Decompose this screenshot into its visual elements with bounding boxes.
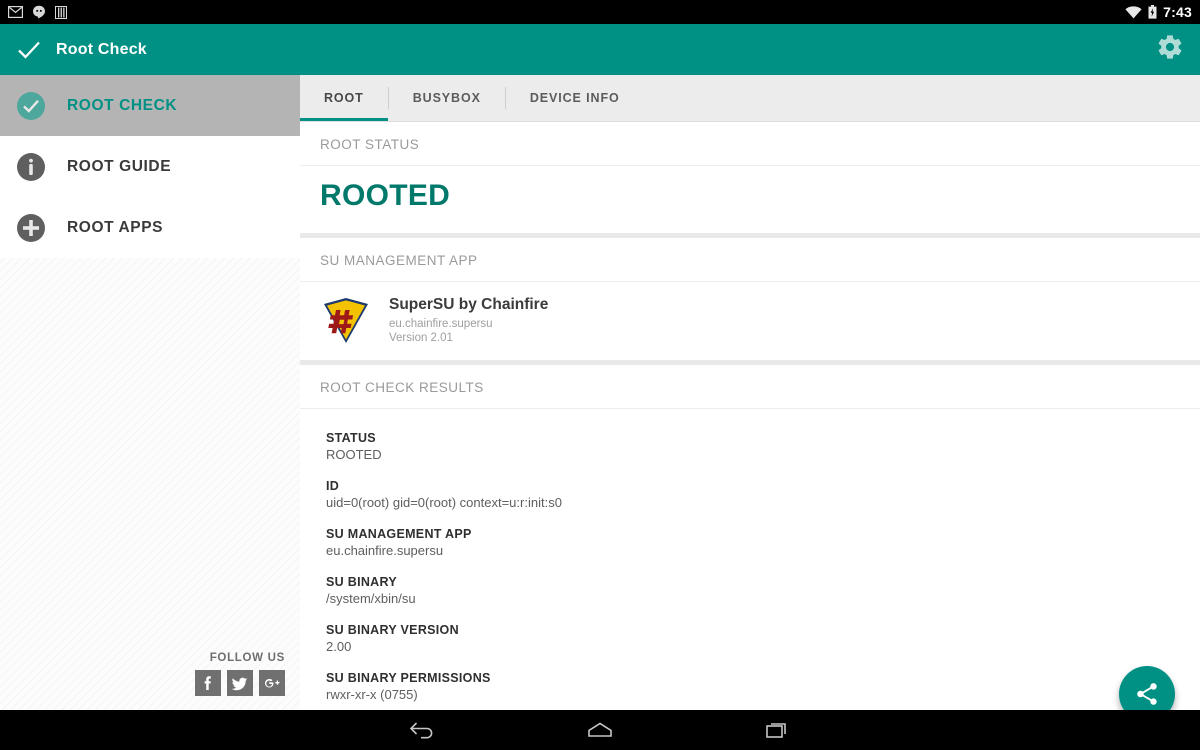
tab-label: DEVICE INFO — [529, 91, 620, 105]
facebook-button[interactable] — [195, 670, 221, 696]
tab-root[interactable]: ROOT — [300, 75, 388, 121]
result-value: rwxr-xr-x (0755) — [326, 687, 418, 702]
back-button[interactable] — [392, 710, 452, 750]
home-button[interactable] — [570, 710, 630, 750]
tab-label: ROOT — [324, 91, 364, 105]
battery-charging-icon — [1148, 5, 1157, 19]
su-app-package: eu.chainfire.supersu — [389, 318, 493, 330]
result-value: 2.00 — [326, 639, 352, 654]
navigation-drawer: ROOT CHECK ROOT GUIDE ROOT APPS FOLLOW U… — [0, 75, 300, 710]
back-icon — [409, 722, 433, 739]
root-status-card: ROOT STATUS ROOTED — [300, 122, 1200, 233]
sidebar-item-label: ROOT APPS — [67, 218, 164, 236]
tab-active-indicator — [300, 118, 388, 121]
result-row: SU MANAGEMENT APP eu.chainfire.supersu — [326, 527, 1174, 558]
home-icon — [588, 722, 612, 737]
result-row: STATUS ROOTED — [326, 431, 1174, 462]
result-row: SU BINARY /system/xbin/su — [326, 575, 1174, 606]
recents-icon — [766, 723, 786, 738]
sidebar-item-root-guide[interactable]: ROOT GUIDE — [0, 136, 300, 197]
wifi-icon — [1125, 5, 1142, 18]
result-key: ID — [326, 479, 340, 493]
su-management-header: SU MANAGEMENT APP — [320, 253, 478, 268]
root-status-value: ROOTED — [320, 179, 451, 212]
follow-us-label: FOLLOW US — [209, 652, 285, 664]
result-value: uid=0(root) gid=0(root) context=u:r:init… — [326, 495, 562, 510]
cards-scroll-container[interactable]: ROOT STATUS ROOTED SU MANAGEMENT APP Sup… — [300, 122, 1200, 710]
tab-label: BUSYBOX — [412, 91, 481, 105]
result-key: SU BINARY PERMISSIONS — [326, 671, 491, 685]
googleplus-icon — [264, 678, 280, 688]
settings-button[interactable] — [1156, 33, 1184, 66]
root-check-results-body: STATUS ROOTED ID uid=0(root) gid=0(root)… — [300, 408, 1200, 710]
hangouts-icon — [33, 5, 45, 19]
tab-busybox[interactable]: BUSYBOX — [389, 75, 505, 121]
result-key: SU BINARY — [326, 575, 397, 589]
follow-us-section: FOLLOW US — [0, 652, 300, 696]
result-row: SU BINARY PERMISSIONS rwxr-xr-x (0755) — [326, 671, 1174, 702]
su-app-row[interactable]: SuperSU by Chainfire eu.chainfire.supers… — [300, 282, 1200, 360]
result-row: ID uid=0(root) gid=0(root) context=u:r:i… — [326, 479, 1174, 510]
recents-button[interactable] — [748, 710, 808, 750]
app-title: Root Check — [56, 40, 147, 58]
sidebar-item-label: ROOT GUIDE — [67, 157, 172, 175]
root-status-header: ROOT STATUS — [320, 137, 420, 152]
app-bar: Root Check — [0, 24, 1200, 75]
sidebar-item-root-apps[interactable]: ROOT APPS — [0, 197, 300, 258]
status-bar-notification-icons — [8, 5, 67, 19]
sidebar-item-label: ROOT CHECK — [67, 96, 178, 114]
check-circle-icon — [17, 91, 45, 120]
result-value: ROOTED — [326, 447, 382, 462]
result-key: SU MANAGEMENT APP — [326, 527, 472, 541]
su-app-version: Version 2.01 — [389, 332, 453, 344]
supersu-shield-icon — [324, 298, 368, 343]
tab-device-info[interactable]: DEVICE INFO — [506, 75, 644, 121]
gmail-icon — [8, 6, 23, 18]
tab-bar: ROOT BUSYBOX DEVICE INFO — [300, 75, 1200, 122]
status-bar-clock: 7:43 — [1163, 4, 1192, 20]
plus-circle-icon — [17, 213, 45, 242]
facebook-icon — [204, 676, 211, 690]
app-screen: 7:43 Root Check ROOT CHECK ROOT GUIDE RO… — [0, 0, 1200, 750]
result-value: /system/xbin/su — [326, 591, 416, 606]
bars-icon — [55, 5, 67, 19]
gear-icon — [1158, 35, 1182, 59]
social-links — [0, 670, 285, 696]
result-value: eu.chainfire.supersu — [326, 543, 444, 558]
status-bar-system-icons: 7:43 — [1125, 4, 1192, 20]
system-navigation-bar — [0, 710, 1200, 750]
su-management-body: SuperSU by Chainfire eu.chainfire.supers… — [300, 281, 1200, 360]
twitter-icon — [231, 677, 248, 691]
check-icon — [18, 41, 40, 59]
sidebar-item-root-check[interactable]: ROOT CHECK — [0, 75, 300, 136]
results-list: STATUS ROOTED ID uid=0(root) gid=0(root)… — [300, 409, 1200, 710]
result-key: SU BINARY VERSION — [326, 623, 459, 637]
root-check-results-header: ROOT CHECK RESULTS — [320, 380, 484, 395]
status-bar: 7:43 — [0, 0, 1200, 24]
su-management-card: SU MANAGEMENT APP SuperSU by Chainfire e… — [300, 238, 1200, 360]
share-icon — [1137, 683, 1157, 705]
root-check-results-card: ROOT CHECK RESULTS STATUS ROOTED ID uid=… — [300, 365, 1200, 710]
googleplus-button[interactable] — [259, 670, 285, 696]
result-row: SU BINARY VERSION 2.00 — [326, 623, 1174, 654]
twitter-button[interactable] — [227, 670, 253, 696]
result-key: STATUS — [326, 431, 376, 445]
su-app-name: SuperSU by Chainfire — [389, 296, 549, 313]
root-status-body: ROOTED — [300, 165, 1200, 233]
info-circle-icon — [17, 152, 45, 181]
drawer-items: ROOT CHECK ROOT GUIDE ROOT APPS — [0, 75, 300, 258]
content-area: ROOT BUSYBOX DEVICE INFO ROOT STATUS ROO… — [300, 75, 1200, 710]
su-app-text: SuperSU by Chainfire eu.chainfire.supers… — [389, 296, 548, 344]
